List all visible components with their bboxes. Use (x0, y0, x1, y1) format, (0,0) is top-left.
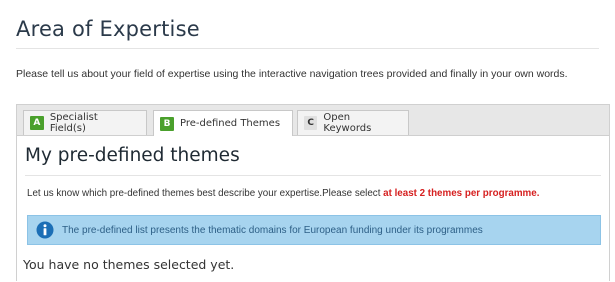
tab-label: Pre-defined Themes (180, 118, 281, 129)
instruction-body: Let us know which pre-defined themes bes… (27, 188, 384, 199)
title-divider (16, 48, 599, 49)
tab-open-keywords[interactable]: C Open Keywords (297, 110, 409, 135)
tab-specialist-fields[interactable]: A Specialist Field(s) (23, 110, 147, 135)
tab-predefined-themes[interactable]: B Pre-defined Themes (153, 110, 293, 136)
tab-letter-badge: A (30, 116, 44, 130)
tab-letter-badge: B (160, 116, 174, 131)
section-divider (25, 175, 601, 176)
instruction-requirement: at least 2 themes per programme. (383, 188, 540, 199)
tab-bar: A Specialist Field(s) B Pre-defined Them… (17, 105, 609, 136)
tab-label: Specialist Field(s) (49, 112, 98, 134)
tab-letter-badge: C (304, 116, 318, 130)
intro-text: Please tell us about your field of exper… (16, 68, 568, 80)
empty-themes-message: You have no themes selected yet. (23, 257, 235, 272)
instruction-text: Let us know which pre-defined themes bes… (27, 188, 539, 199)
tab-label: Open Keywords (323, 112, 372, 134)
info-message-box: The pre-defined list presents the themat… (27, 215, 601, 245)
info-message-text: The pre-defined list presents the themat… (62, 224, 483, 236)
page-title: Area of Expertise (16, 17, 200, 41)
info-circle-icon (36, 221, 54, 239)
themes-panel: A Specialist Field(s) B Pre-defined Them… (16, 104, 610, 281)
section-title: My pre-defined themes (25, 145, 240, 166)
